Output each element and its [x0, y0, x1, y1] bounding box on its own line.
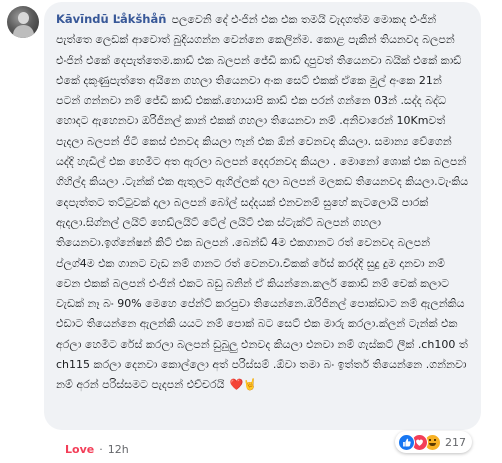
avatar[interactable] [7, 6, 39, 38]
comment-timestamp[interactable]: 12h [108, 443, 129, 456]
comment-bubble: Kāvīndū Ŀåkšhåñ පලවෙනි දේ එංජින් එක එක ත… [44, 2, 481, 430]
heart-icon [416, 439, 423, 446]
thumbs-up-icon [403, 438, 411, 446]
comment-actions: Love · 12h [65, 443, 129, 456]
love-reaction-link[interactable]: Love [65, 443, 94, 456]
comment-body: පලවෙනි දේ එංජින් එක එක තමයි වැදගත්ම මොකද… [56, 13, 469, 392]
separator-dot: · [99, 443, 103, 456]
avatar-body-shape [13, 25, 34, 38]
comment-author[interactable]: Kāvīndū Ŀåkšhåñ [56, 12, 166, 26]
comment-root: Kāvīndū Ŀåkšhåñ පලවෙනි දේ එංජින් එක එක ත… [0, 0, 502, 463]
emoji-trail: ❤️🤘 [229, 378, 258, 392]
avatar-head-shape [18, 12, 29, 24]
reactions-summary[interactable]: 217 [395, 431, 472, 453]
reaction-count: 217 [445, 435, 466, 449]
like-icon [398, 433, 415, 451]
